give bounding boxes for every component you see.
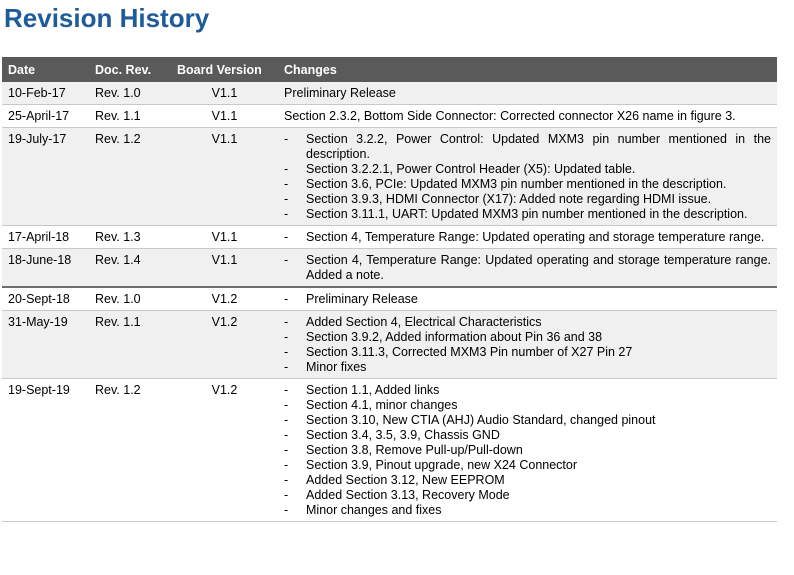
change-item: Section 3.11.3, Corrected MXM3 Pin numbe… bbox=[284, 345, 771, 360]
page-title: Revision History bbox=[4, 3, 210, 33]
table-header-row: Date Doc. Rev. Board Version Changes bbox=[2, 57, 777, 82]
change-item: Section 3.8, Remove Pull-up/Pull-down bbox=[284, 443, 771, 458]
cell-changes: Section 4, Temperature Range: Updated op… bbox=[278, 226, 777, 249]
table-row: 17-April-18 Rev. 1.3 V1.1 Section 4, Temper… bbox=[2, 226, 777, 249]
header-board-version: Board Version bbox=[171, 57, 278, 82]
changes-list: Section 1.1, Added linksSection 4.1, min… bbox=[284, 383, 771, 518]
table-row: 10-Feb-17 Rev. 1.0 V1.1 Preliminary Release bbox=[2, 82, 777, 105]
cell-changes: Added Section 4, Electrical Characterist… bbox=[278, 310, 777, 379]
cell-board-version: V1.1 bbox=[171, 127, 278, 226]
table-row: 20-Sept-18 Rev. 1.0 V1.2 Preliminary Releas… bbox=[2, 287, 777, 311]
cell-doc-rev: Rev. 1.1 bbox=[95, 109, 141, 123]
cell-doc-rev: Rev. 1.0 bbox=[95, 292, 141, 306]
cell-changes: Preliminary Release bbox=[278, 287, 777, 311]
change-item: Section 3.10, New CTIA (AHJ) Audio Stand… bbox=[284, 413, 771, 428]
revision-history-table: Date Doc. Rev. Board Version Changes 10-… bbox=[2, 57, 777, 522]
cell-board-version: V1.2 bbox=[171, 310, 278, 379]
cell-board-version: V1.2 bbox=[211, 292, 238, 306]
cell-board-version: V1.1 bbox=[211, 109, 238, 123]
cell-date: 25-April-17 bbox=[8, 109, 70, 123]
changes-list: Added Section 4, Electrical Characterist… bbox=[284, 315, 771, 375]
cell-doc-rev: Rev. 1.1 bbox=[89, 310, 171, 379]
table-row: 19-July-17Rev. 1.2V1.1Section 3.2.2, Pow… bbox=[2, 127, 777, 226]
table-body: 10-Feb-17 Rev. 1.0 V1.1 Preliminary Release… bbox=[2, 82, 777, 522]
cell-changes: Section 3.2.2, Power Control: Updated MX… bbox=[278, 127, 777, 226]
change-item: Section 3.9.2, Added information about P… bbox=[284, 330, 771, 345]
cell-date: 19-Sept-19 bbox=[8, 383, 70, 397]
table-row: 19-Sept-19 Rev. 1.2 V1.2 Section 1.1, Added… bbox=[2, 379, 777, 522]
header-doc-rev: Doc. Rev. bbox=[89, 57, 171, 82]
change-item: Section 4, Temperature Range: Updated op… bbox=[284, 230, 771, 245]
change-item: Added Section 3.12, New EEPROM bbox=[284, 473, 771, 488]
cell-changes: Section 2.3.2, Bottom Side Connector: Co… bbox=[278, 105, 777, 128]
change-item: Added Section 4, Electrical Characterist… bbox=[284, 315, 771, 330]
table-row: 25-April-17 Rev. 1.1 V1.1 Section 2.3.2, Bo… bbox=[2, 105, 777, 128]
header-changes: Changes bbox=[278, 57, 777, 82]
table-row: 18-June-18Rev. 1.4V1.1Section 4, Tempera… bbox=[2, 248, 777, 287]
cell-doc-rev: Rev. 1.2 bbox=[89, 127, 171, 226]
cell-date: 17-April-18 bbox=[8, 230, 70, 244]
cell-changes: Section 1.1, Added linksSection 4.1, min… bbox=[278, 379, 777, 522]
change-item: Section 3.6, PCIe: Updated MXM3 pin numb… bbox=[284, 177, 771, 192]
change-item: Section 1.1, Added links bbox=[284, 383, 771, 398]
cell-changes: Section 4, Temperature Range: Updated op… bbox=[278, 248, 777, 287]
change-item: Section 3.4, 3.5, 3.9, Chassis GND bbox=[284, 428, 771, 443]
change-item: Section 3.2.2, Power Control: Updated MX… bbox=[284, 132, 771, 162]
cell-date: 10-Feb-17 bbox=[2, 82, 89, 105]
table-row: 31-May-19Rev. 1.1V1.2 Added Section 4, El… bbox=[2, 310, 777, 379]
change-item: Section 3.11.1, UART: Updated MXM3 pin n… bbox=[284, 207, 771, 222]
changes-list: Section 3.2.2, Power Control: Updated MX… bbox=[284, 132, 771, 222]
change-item: Minor fixes bbox=[284, 360, 771, 375]
cell-board-version: V1.2 bbox=[211, 383, 238, 397]
cell-board-version: V1.1 bbox=[171, 82, 278, 105]
cell-board-version: V1.1 bbox=[211, 230, 238, 244]
changes-list: Section 4, Temperature Range: Updated op… bbox=[284, 253, 771, 283]
change-text: Preliminary Release bbox=[284, 86, 396, 100]
change-item: Minor changes and fixes bbox=[284, 503, 771, 518]
cell-date: 19-July-17 bbox=[2, 127, 89, 226]
cell-doc-rev: Rev. 1.0 bbox=[89, 82, 171, 105]
cell-changes: Preliminary Release bbox=[278, 82, 777, 105]
cell-date: 20-Sept-18 bbox=[8, 292, 70, 306]
cell-board-version: V1.1 bbox=[171, 248, 278, 287]
change-item: Section 4.1, minor changes bbox=[284, 398, 771, 413]
change-item: Section 4, Temperature Range: Updated op… bbox=[284, 253, 771, 283]
cell-date: 18-June-18 bbox=[2, 248, 89, 287]
change-item: Preliminary Release bbox=[284, 292, 771, 307]
change-item: Section 3.9, Pinout upgrade, new X24 Con… bbox=[284, 458, 771, 473]
changes-list: Preliminary Release bbox=[284, 292, 771, 307]
cell-date: 31-May-19 bbox=[2, 310, 89, 379]
changes-list: Section 4, Temperature Range: Updated op… bbox=[284, 230, 771, 245]
cell-doc-rev: Rev. 1.2 bbox=[95, 383, 141, 397]
change-item: Added Section 3.13, Recovery Mode bbox=[284, 488, 771, 503]
cell-doc-rev: Rev. 1.3 bbox=[95, 230, 141, 244]
cell-doc-rev: Rev. 1.4 bbox=[89, 248, 171, 287]
change-text: Section 2.3.2, Bottom Side Connector: Co… bbox=[284, 109, 736, 123]
change-item: Section 3.9.3, HDMI Connector (X17): Add… bbox=[284, 192, 771, 207]
change-item: Section 3.2.2.1, Power Control Header (X… bbox=[284, 162, 771, 177]
header-date: Date bbox=[2, 57, 89, 82]
